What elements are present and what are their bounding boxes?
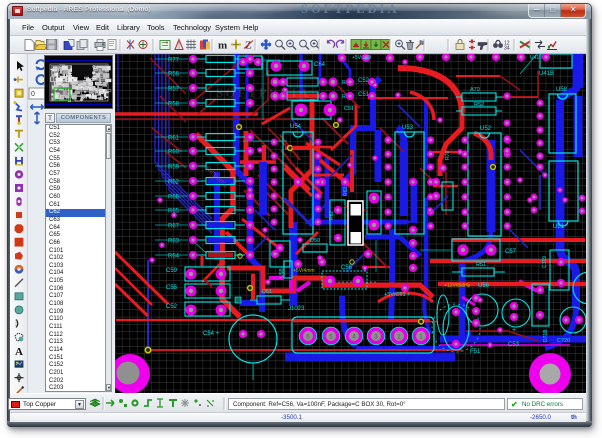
svg-text:C319: C319 <box>542 256 548 268</box>
svg-text:U54: U54 <box>290 124 302 130</box>
svg-text:C56: C56 <box>341 265 353 271</box>
svg-text:A: A <box>15 346 23 358</box>
svg-text:R67: R67 <box>168 224 180 230</box>
svg-text:U410: U410 <box>530 55 542 61</box>
svg-text:U52: U52 <box>480 126 492 132</box>
svg-text:R76: R76 <box>445 151 451 160</box>
svg-text:SOFTPEDIA: SOFTPEDIA <box>216 85 310 100</box>
svg-text:R57: R57 <box>168 87 180 93</box>
svg-text:R59: R59 <box>168 165 180 171</box>
svg-text:+5V/4mm: +5V/4mm <box>293 268 315 274</box>
svg-text:D50: D50 <box>310 238 320 244</box>
svg-text:U53: U53 <box>402 125 414 131</box>
svg-text:C57: C57 <box>505 249 517 255</box>
svg-text:+: + <box>512 327 516 334</box>
svg-text:C720: C720 <box>557 338 570 344</box>
svg-text:+5V/C61 +: +5V/C61 + <box>384 292 410 298</box>
svg-text:D71B: D71B <box>543 329 549 342</box>
svg-text:R62: R62 <box>329 211 335 220</box>
svg-text:+12V/8MHz: +12V/8MHz <box>444 283 471 289</box>
svg-text:U5B: U5B <box>279 268 285 278</box>
svg-text:R58: R58 <box>168 102 180 108</box>
svg-text:R56: R56 <box>168 72 180 78</box>
svg-text:R63: R63 <box>343 187 349 196</box>
svg-text:U58: U58 <box>556 87 568 93</box>
svg-text:C59: C59 <box>166 268 178 274</box>
svg-text:R63: R63 <box>168 239 180 245</box>
svg-text:R66: R66 <box>168 195 180 201</box>
svg-text:C51: C51 <box>344 106 354 112</box>
svg-text:C64: C64 <box>314 62 326 68</box>
svg-text:C53: C53 <box>508 342 520 348</box>
svg-text:R51: R51 <box>476 262 486 268</box>
svg-text:U51: U51 <box>553 224 565 230</box>
svg-text:C55: C55 <box>166 285 178 291</box>
svg-text:R62: R62 <box>168 180 180 186</box>
svg-text:C51: C51 <box>358 92 370 98</box>
svg-text:D51: D51 <box>262 289 272 295</box>
svg-text:C54 +: C54 + <box>203 331 220 337</box>
svg-text:C52: C52 <box>358 78 370 84</box>
svg-text:R60: R60 <box>168 150 180 156</box>
svg-text:A70: A70 <box>470 87 480 93</box>
svg-text:+5V/100: +5V/100 <box>352 55 371 61</box>
svg-text:0: 0 <box>31 91 35 98</box>
svg-text:R61: R61 <box>168 136 180 142</box>
svg-text:R64: R64 <box>168 254 180 260</box>
svg-text:F51: F51 <box>470 349 481 355</box>
svg-text:C52: C52 <box>166 304 178 310</box>
svg-text:U41B: U41B <box>539 71 554 77</box>
svg-text:J1023: J1023 <box>288 306 305 312</box>
svg-text:m: m <box>218 40 227 52</box>
svg-text:34: 34 <box>504 46 510 52</box>
svg-text:R77: R77 <box>168 58 180 64</box>
svg-text:U56: U56 <box>478 283 490 289</box>
